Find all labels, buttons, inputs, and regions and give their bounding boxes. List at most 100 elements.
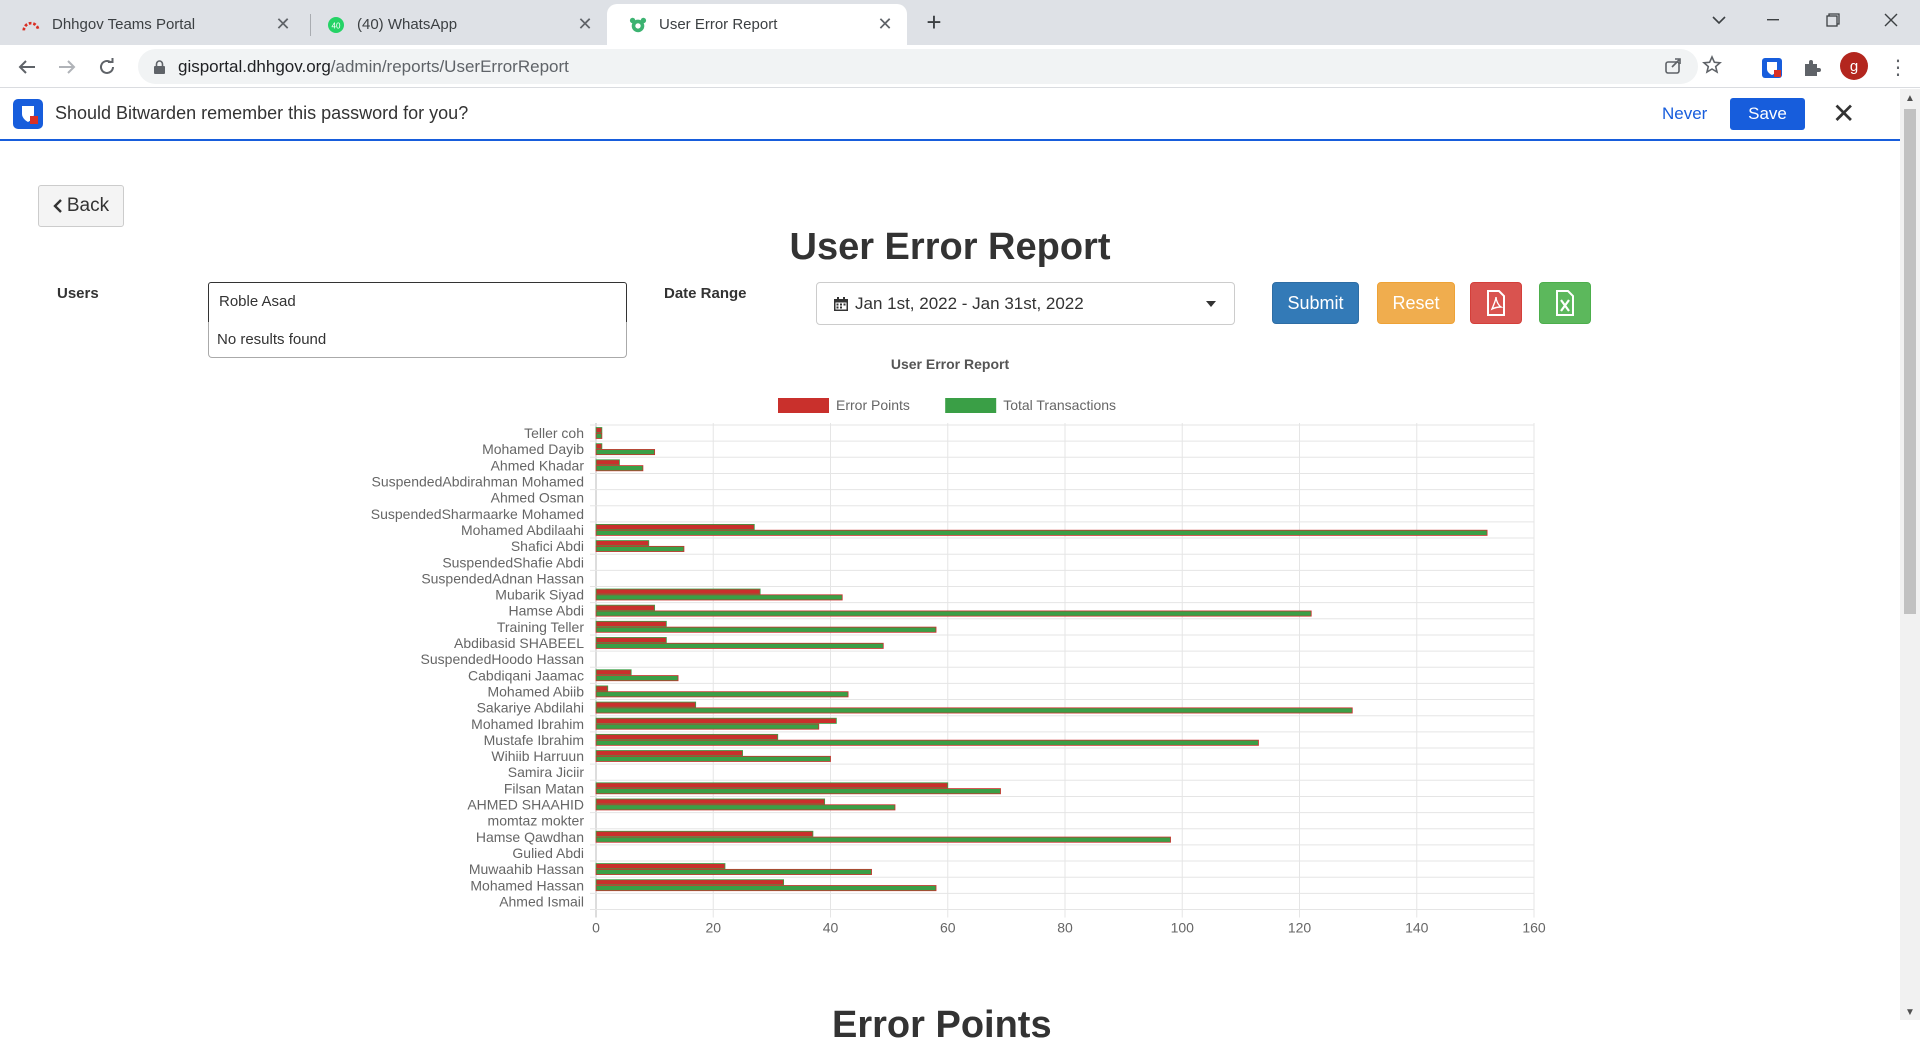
bar-error-points	[595, 879, 785, 886]
bar-total-transactions	[595, 755, 831, 762]
x-tick-label: 60	[940, 920, 956, 936]
never-button[interactable]: Never	[1662, 104, 1707, 124]
y-category-label: Mohamed Hassan	[470, 877, 584, 893]
bar-total-transactions	[595, 626, 937, 633]
y-category-label: Hamse Abdi	[509, 603, 584, 619]
restore-window-icon[interactable]	[1810, 4, 1856, 36]
file-excel-icon	[1556, 290, 1574, 316]
bar-total-transactions	[595, 449, 656, 456]
back-button[interactable]: Back	[38, 185, 124, 227]
y-category-label: Abdibasid SHABEEL	[454, 635, 584, 651]
bar-total-transactions	[595, 642, 884, 649]
bar-error-points	[595, 863, 726, 870]
date-range-picker[interactable]: Jan 1st, 2022 - Jan 31st, 2022	[816, 282, 1235, 325]
y-category-label: Hamse Qawdhan	[476, 829, 584, 845]
y-category-label: Muwaahib Hassan	[469, 861, 584, 877]
scroll-down-arrow-icon[interactable]: ▼	[1905, 1007, 1915, 1018]
y-category-label: momtaz mokter	[488, 813, 585, 829]
tab-title: User Error Report	[659, 16, 778, 33]
bar-error-points	[595, 733, 779, 740]
new-tab-button[interactable]: +	[920, 7, 948, 37]
minimize-window-icon[interactable]	[1750, 4, 1796, 36]
back-button-label: Back	[66, 195, 110, 216]
y-category-label: Filsan Matan	[504, 780, 584, 796]
bar-error-points	[595, 782, 949, 789]
submit-button[interactable]: Submit	[1272, 282, 1359, 324]
bar-error-points	[595, 540, 650, 547]
tab-close-icon[interactable]: ✕	[875, 14, 895, 35]
y-category-label: SuspendedShafie Abdi	[442, 554, 584, 570]
tab-close-icon[interactable]: ✕	[575, 14, 595, 35]
close-notification-icon[interactable]: ✕	[1832, 97, 1855, 130]
tab-whatsapp[interactable]: 40 (40) WhatsApp ✕	[305, 4, 607, 45]
y-category-label: Mustafe Ibrahim	[484, 732, 584, 748]
tab-dhhgov-teams-portal[interactable]: Dhhgov Teams Portal ✕	[0, 4, 305, 45]
legend-swatch	[945, 398, 997, 413]
browser-tab-strip: Dhhgov Teams Portal ✕ 40 (40) WhatsApp ✕…	[0, 0, 1920, 45]
x-tick-label: 20	[705, 920, 721, 936]
export-pdf-button[interactable]	[1470, 282, 1522, 324]
more-menu-icon[interactable]: ⋮	[1884, 52, 1912, 82]
x-tick-label: 140	[1405, 920, 1429, 936]
bar-total-transactions	[595, 804, 896, 811]
tab-user-error-report[interactable]: User Error Report ✕	[607, 4, 907, 45]
save-password-button[interactable]: Save	[1730, 98, 1805, 130]
extensions-puzzle-icon[interactable]	[1798, 54, 1826, 82]
y-category-label: Training Teller	[497, 619, 584, 635]
bookmark-star-icon[interactable]	[1702, 55, 1722, 80]
legend-label: Total Transactions	[1003, 397, 1116, 413]
tab-title: Dhhgov Teams Portal	[52, 16, 196, 33]
bar-total-transactions	[595, 675, 679, 682]
reset-button[interactable]: Reset	[1377, 282, 1455, 324]
bar-error-points	[595, 750, 743, 757]
y-category-label: Sakariye Abdilahi	[477, 700, 584, 716]
tab-close-icon[interactable]: ✕	[273, 14, 293, 35]
bitwarden-extension-icon[interactable]	[1758, 54, 1786, 82]
chart-title: User Error Report	[891, 356, 1010, 372]
bar-total-transactions	[595, 739, 1259, 746]
legend-swatch	[778, 398, 829, 413]
y-category-label: SuspendedHoodo Hassan	[421, 651, 584, 667]
share-icon[interactable]	[1664, 57, 1682, 80]
file-pdf-icon	[1487, 290, 1505, 316]
back-arrow-icon[interactable]	[11, 51, 43, 83]
bar-error-points	[595, 588, 761, 595]
forward-arrow-icon[interactable]	[51, 51, 83, 83]
address-bar[interactable]: gisportal.dhhgov.org/admin/reports/UserE…	[138, 49, 1722, 84]
bar-error-points	[595, 798, 826, 805]
export-excel-button[interactable]	[1539, 282, 1591, 324]
reload-icon[interactable]	[91, 51, 123, 83]
y-category-label: Mohamed Ibrahim	[471, 716, 584, 732]
x-tick-label: 40	[823, 920, 839, 936]
bar-error-points	[595, 830, 814, 837]
bar-total-transactions	[595, 836, 1171, 843]
bar-error-points	[595, 459, 620, 466]
y-category-label: Teller coh	[524, 425, 584, 441]
bar-total-transactions	[595, 788, 1001, 795]
users-label: Users	[57, 285, 99, 302]
y-category-label: SuspendedAbdirahman Mohamed	[372, 474, 584, 490]
y-category-label: Cabdiqani Jaamac	[468, 667, 584, 683]
page-scrollbar[interactable]: ▲ ▼	[1900, 89, 1920, 1020]
profile-avatar[interactable]: g	[1840, 52, 1868, 80]
error-points-section-heading: Error Points	[832, 1004, 1052, 1046]
scrollbar-thumb[interactable]	[1904, 109, 1916, 614]
lock-icon	[154, 59, 165, 79]
close-window-icon[interactable]	[1868, 4, 1914, 36]
bar-total-transactions	[595, 432, 603, 439]
bar-total-transactions	[595, 723, 820, 730]
bar-error-points	[595, 604, 656, 611]
bar-error-points	[595, 669, 632, 676]
scroll-up-arrow-icon[interactable]: ▲	[1905, 93, 1915, 104]
users-select-input[interactable]: Roble Asad	[208, 282, 627, 323]
y-category-label: Samira Jiciir	[508, 764, 585, 780]
y-category-label: Wihiib Harruun	[491, 748, 584, 764]
x-tick-label: 80	[1057, 920, 1073, 936]
date-range-label: Date Range	[664, 285, 747, 302]
x-tick-label: 0	[592, 920, 600, 936]
bar-error-points	[595, 637, 667, 644]
tab-search-chevron-icon[interactable]	[1696, 4, 1742, 36]
bar-error-points	[595, 717, 837, 724]
x-tick-label: 100	[1171, 920, 1195, 936]
bar-total-transactions	[595, 529, 1488, 536]
